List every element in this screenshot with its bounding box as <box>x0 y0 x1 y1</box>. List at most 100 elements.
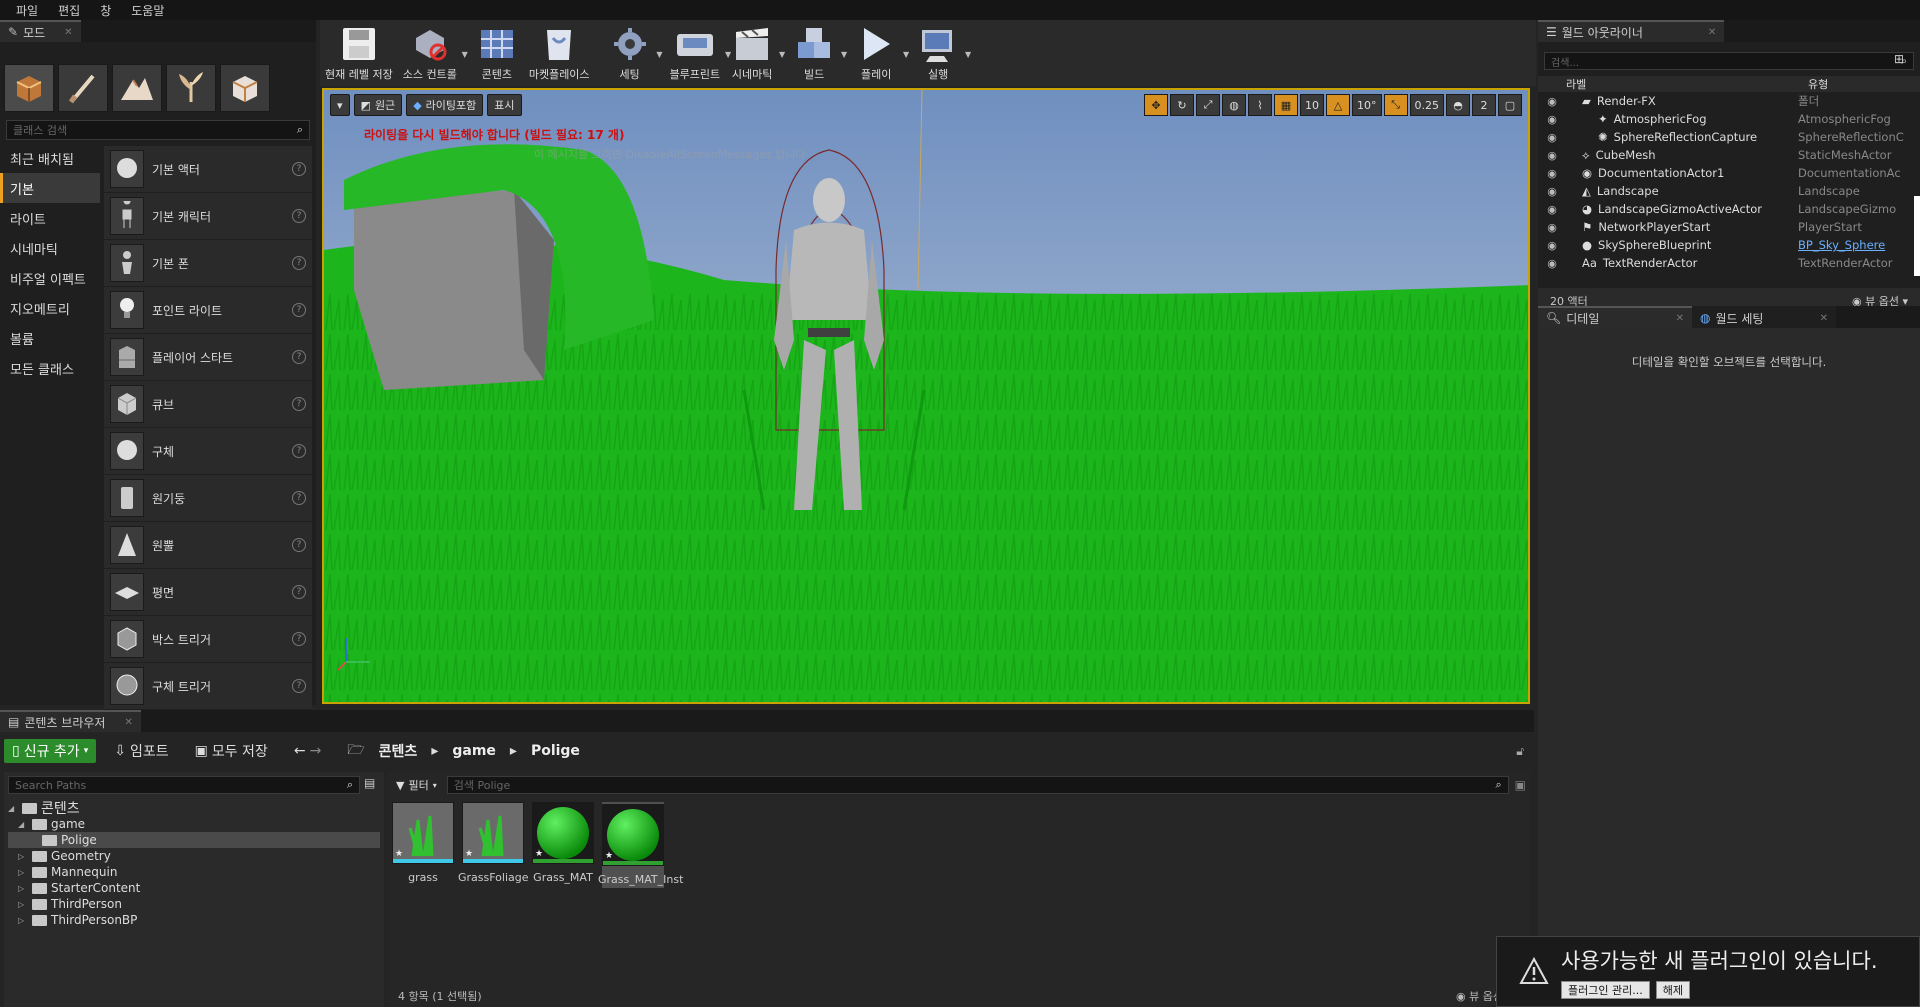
favorite-star-icon[interactable]: ★ <box>395 849 403 859</box>
help-icon[interactable]: ? <box>292 679 306 693</box>
camera-speed-icon[interactable]: ◓ <box>1446 94 1470 116</box>
help-icon[interactable]: ? <box>292 256 306 270</box>
menu-item[interactable]: 편집 <box>48 2 90 19</box>
outliner-row[interactable]: ◉ ● SkySphereBlueprint BP_Sky_Sphere <box>1538 236 1910 254</box>
folder-tree-item[interactable]: ▷ Mannequin <box>8 864 380 880</box>
type-column-header[interactable]: 유형 <box>1808 76 1920 92</box>
marketplace-button[interactable]: 마켓플레이스 <box>524 24 595 82</box>
outliner-row[interactable]: ◉ ⟡ CubeMesh StaticMeshActor <box>1538 146 1910 164</box>
paint-mode-icon[interactable] <box>58 64 108 112</box>
camera-speed-value[interactable]: 2 <box>1472 94 1496 116</box>
asset-search-input[interactable]: 검색 Polige ⌕ <box>446 776 1509 794</box>
world-space-icon[interactable]: ◍ <box>1222 94 1246 116</box>
rotate-tool-icon[interactable]: ↻ <box>1170 94 1194 116</box>
visibility-eye-icon[interactable]: ◉ <box>1538 95 1566 108</box>
placeable-item[interactable]: 포인트 라이트? <box>104 287 312 334</box>
add-filter-icon[interactable]: ⊞ <box>1894 52 1904 66</box>
asset-tile[interactable]: ★ grass <box>392 802 454 888</box>
placeable-item[interactable]: 기본 액터? <box>104 146 312 193</box>
category-item[interactable]: 기본 <box>0 173 100 203</box>
content-button[interactable]: 콘텐츠 <box>470 24 524 82</box>
help-icon[interactable]: ? <box>292 350 306 364</box>
outliner-row[interactable]: ◉ ◉ DocumentationActor1 DocumentationAc <box>1538 164 1910 182</box>
viewport-options-button[interactable]: ▾ <box>330 94 350 116</box>
placeable-item[interactable]: 원뿔? <box>104 522 312 569</box>
category-item[interactable]: 모든 클래스 <box>0 353 100 383</box>
help-icon[interactable]: ? <box>292 538 306 552</box>
visibility-eye-icon[interactable]: ◉ <box>1538 149 1566 162</box>
save-button[interactable]: 현재 레벨 저장 <box>320 24 398 82</box>
category-item[interactable]: 라이트 <box>0 203 100 233</box>
placeable-item[interactable]: 박스 트리거? <box>104 616 312 663</box>
label-column-header[interactable]: 라벨 <box>1566 76 1808 92</box>
manage-plugins-button[interactable]: 플러그인 관리... <box>1561 981 1650 999</box>
visibility-eye-icon[interactable]: ◉ <box>1538 257 1566 270</box>
class-search-input[interactable]: 클래스 검색 ⌕ <box>6 120 310 140</box>
save-search-icon[interactable]: ▣ <box>1515 778 1526 792</box>
close-icon[interactable]: ✕ <box>124 717 132 728</box>
chevron-right-icon[interactable]: ▷ <box>18 916 28 925</box>
arrow-right-icon[interactable]: → <box>310 743 322 759</box>
placeable-item[interactable]: 큐브? <box>104 381 312 428</box>
help-icon[interactable]: ? <box>292 491 306 505</box>
launch-button[interactable]: 실행 ▼ <box>911 24 971 82</box>
menu-item[interactable]: 창 <box>90 2 121 19</box>
placeable-item[interactable]: 기본 폰? <box>104 240 312 287</box>
chevron-down-icon[interactable]: ◢ <box>8 804 18 813</box>
visibility-eye-icon[interactable]: ◉ <box>1538 221 1566 234</box>
outliner-row[interactable]: ◉ ▰ Render-FX 폴더 <box>1538 92 1910 110</box>
outliner-search-input[interactable]: 검색... ⌕ <box>1544 52 1914 70</box>
build-button[interactable]: 빌드 ▼ <box>787 24 847 82</box>
folder-tree-item[interactable]: ◢ 콘텐츠 <box>8 800 380 817</box>
close-icon[interactable]: ✕ <box>1820 313 1828 324</box>
folder-tree-item[interactable]: Polige <box>8 832 380 848</box>
chevron-down-icon[interactable]: ▼ <box>903 50 909 59</box>
chevron-down-icon[interactable]: ▼ <box>841 50 847 59</box>
placeable-item[interactable]: 구체? <box>104 428 312 475</box>
outliner-row[interactable]: ◉ ⚑ NetworkPlayerStart PlayerStart <box>1538 218 1910 236</box>
close-icon[interactable]: ✕ <box>64 27 72 38</box>
placeable-item[interactable]: 평면? <box>104 569 312 616</box>
help-icon[interactable]: ? <box>292 162 306 176</box>
breadcrumb-item[interactable]: game <box>452 743 496 759</box>
lighting-button[interactable]: ◆ 라이팅포함 <box>406 94 484 116</box>
place-mode-icon[interactable] <box>4 64 54 112</box>
chevron-right-icon[interactable]: ▷ <box>18 868 28 877</box>
visibility-eye-icon[interactable]: ◉ <box>1538 239 1566 252</box>
help-icon[interactable]: ? <box>292 632 306 646</box>
asset-tile[interactable]: ★ Grass_MAT_Inst <box>598 802 683 888</box>
modes-tab[interactable]: ✎ 모드 ✕ <box>0 20 81 42</box>
outliner-tab[interactable]: ☰ 월드 아웃라이너 ✕ <box>1538 20 1725 42</box>
outliner-row[interactable]: ◉ ◕ LandscapeGizmoActiveActor LandscapeGizm… <box>1538 200 1910 218</box>
help-icon[interactable]: ? <box>292 209 306 223</box>
surface-snap-icon[interactable]: ⌇ <box>1248 94 1272 116</box>
category-item[interactable]: 시네마틱 <box>0 233 100 263</box>
rotation-snap-value[interactable]: 10° <box>1352 94 1382 116</box>
chevron-right-icon[interactable]: ▷ <box>18 884 28 893</box>
category-item[interactable]: 최근 배치됨 <box>0 143 100 173</box>
folder-tree-item[interactable]: ◢ game <box>8 816 380 832</box>
tree-view-toggle-icon[interactable]: ▤ <box>364 776 375 790</box>
lock-icon[interactable]: 🔓︎ <box>1516 744 1524 759</box>
landscape-mode-icon[interactable] <box>112 64 162 112</box>
breadcrumb-item[interactable]: 콘텐츠 <box>379 741 418 761</box>
help-icon[interactable]: ? <box>292 444 306 458</box>
content-browser-tab[interactable]: ▤ 콘텐츠 브라우저 ✕ <box>0 710 141 732</box>
folder-tree-item[interactable]: ▷ StarterContent <box>8 880 380 896</box>
grid-snap-value[interactable]: 10 <box>1300 94 1324 116</box>
category-item[interactable]: 비주얼 이펙트 <box>0 263 100 293</box>
chevron-down-icon[interactable]: ▼ <box>462 50 468 59</box>
chevron-right-icon[interactable]: ▷ <box>18 900 28 909</box>
favorite-star-icon[interactable]: ★ <box>605 851 613 861</box>
folder-tree-item[interactable]: ▷ ThirdPersonBP <box>8 912 380 928</box>
blueprint-button[interactable]: 블루프린트 ▼ <box>665 24 731 82</box>
add-new-button[interactable]: ▯ 신규 추가 ▾ <box>4 739 97 763</box>
chevron-down-icon[interactable]: ▼ <box>965 50 971 59</box>
history-back-button[interactable]: ← → <box>286 739 329 763</box>
cinematic-button[interactable]: 시네마틱 ▼ <box>725 24 785 82</box>
rotation-snap-icon[interactable]: △ <box>1326 94 1350 116</box>
asset-tile[interactable]: ★ GrassFoliage <box>458 802 529 888</box>
placeable-item[interactable]: 플레이어 스타트? <box>104 334 312 381</box>
show-button[interactable]: 표시 <box>487 94 522 116</box>
dismiss-button[interactable]: 해제 <box>1655 981 1690 999</box>
